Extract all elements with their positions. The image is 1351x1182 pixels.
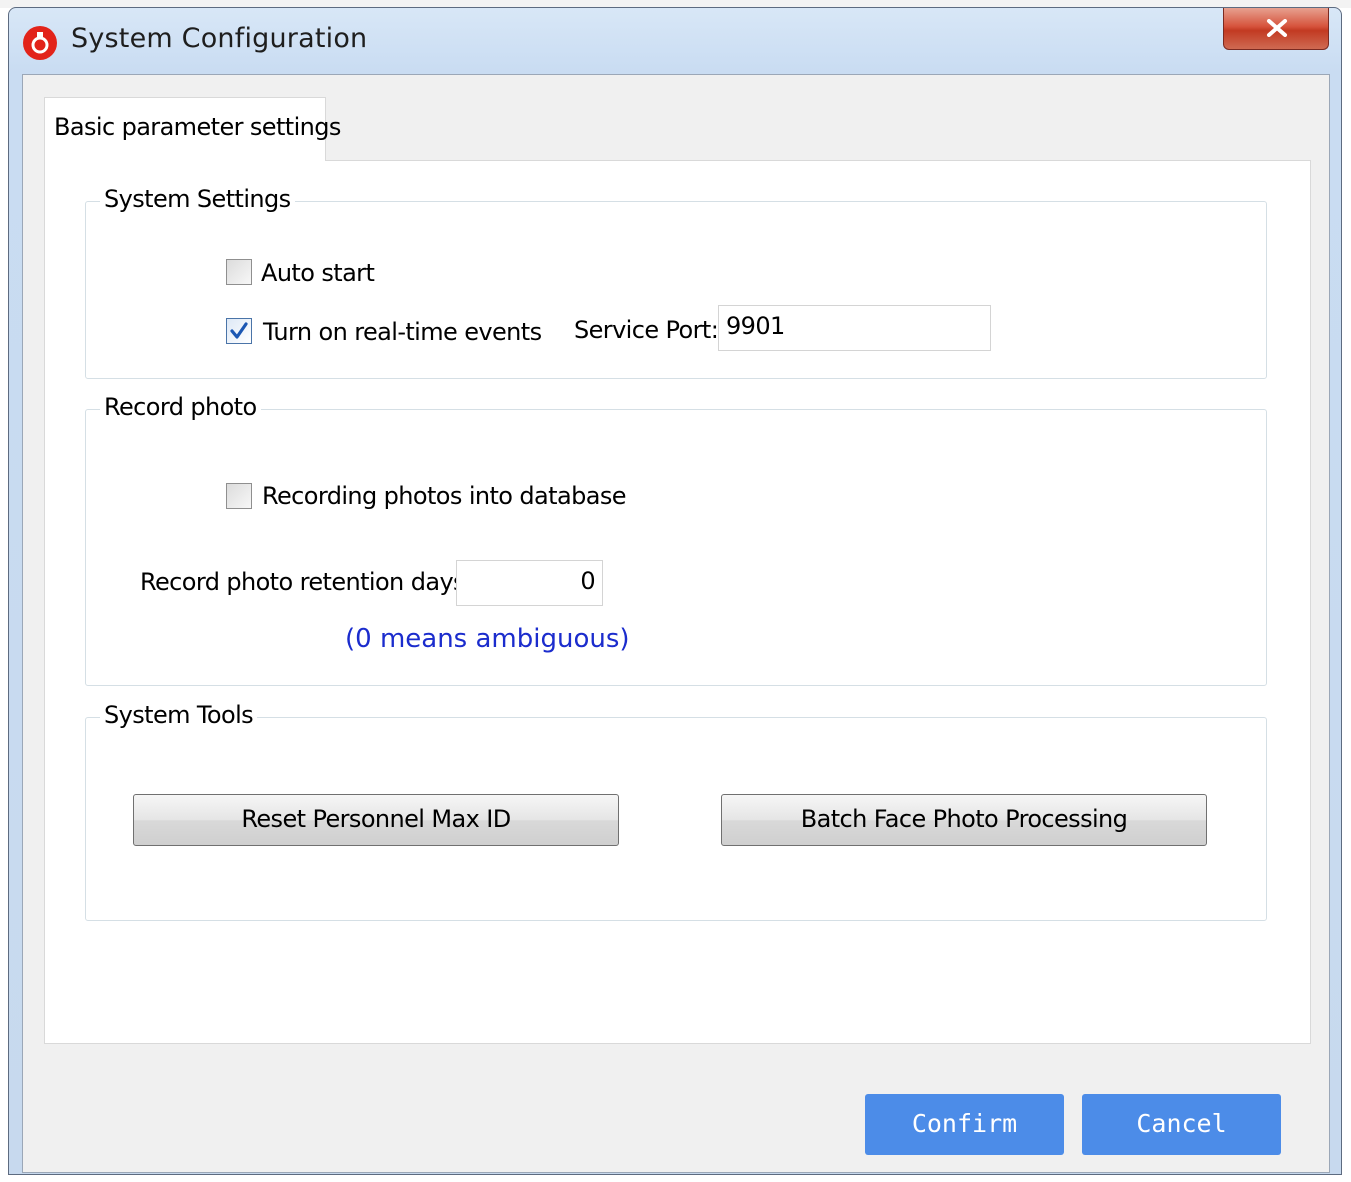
retention-days-note: (0 means ambiguous): [345, 624, 630, 654]
confirm-button[interactable]: Confirm: [865, 1094, 1064, 1155]
app-logo-icon: [23, 26, 57, 60]
service-port-label: Service Port:: [574, 316, 719, 344]
close-button[interactable]: [1223, 8, 1329, 50]
tab-label: Basic parameter settings: [54, 113, 341, 141]
tab-basic-parameter-settings[interactable]: Basic parameter settings: [44, 97, 341, 161]
service-port-input[interactable]: 9901: [718, 305, 991, 351]
window-title: System Configuration: [71, 23, 368, 54]
system-settings-title: System Settings: [100, 185, 295, 213]
reset-personnel-max-id-button[interactable]: Reset Personnel Max ID: [133, 794, 619, 846]
system-tools-group: System Tools Reset Personnel Max ID Batc…: [85, 701, 1267, 921]
dialog-window: System Configuration Basic parameter set…: [8, 7, 1342, 1175]
auto-start-label[interactable]: Auto start: [261, 259, 375, 287]
retention-days-input[interactable]: 0: [456, 560, 603, 606]
recording-into-database-label[interactable]: Recording photos into database: [262, 482, 627, 510]
title-bar[interactable]: System Configuration: [9, 8, 1341, 74]
close-icon: [1267, 19, 1287, 37]
dialog-client-area: Basic parameter settings System Settings…: [22, 74, 1330, 1173]
system-settings-group: System Settings Auto start Turn on real-…: [85, 185, 1267, 379]
cancel-button[interactable]: Cancel: [1082, 1094, 1281, 1155]
tab-page-basic-parameters: System Settings Auto start Turn on real-…: [44, 160, 1311, 1044]
batch-face-photo-processing-button[interactable]: Batch Face Photo Processing: [721, 794, 1207, 846]
recording-into-database-checkbox[interactable]: [226, 483, 252, 509]
realtime-events-checkbox[interactable]: [226, 318, 252, 344]
record-photo-group: Record photo Recording photos into datab…: [85, 393, 1267, 686]
record-photo-title: Record photo: [100, 393, 261, 421]
system-tools-title: System Tools: [100, 701, 258, 729]
realtime-events-label[interactable]: Turn on real-time events: [263, 318, 542, 346]
checkmark-icon: [230, 322, 248, 339]
retention-days-label: Record photo retention days: [140, 568, 466, 596]
auto-start-checkbox[interactable]: [226, 259, 252, 285]
